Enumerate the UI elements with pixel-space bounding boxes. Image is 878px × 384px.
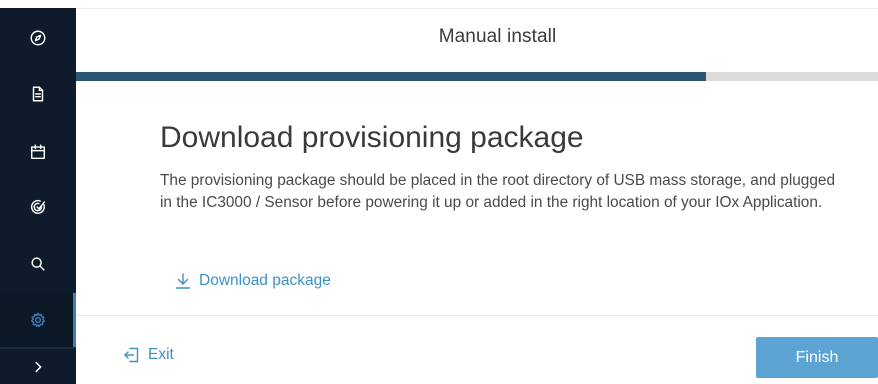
download-package-link[interactable]: Download package <box>175 272 331 290</box>
exit-button[interactable]: Exit <box>123 346 174 364</box>
sidebar-divider <box>0 347 76 349</box>
download-package-label: Download package <box>199 272 331 289</box>
sidebar-item-targets[interactable] <box>0 180 76 234</box>
wizard-progress-fill <box>76 72 706 81</box>
footer-divider <box>76 315 878 316</box>
page-title: Manual install <box>438 26 557 47</box>
sidebar-expand-button[interactable] <box>0 350 76 384</box>
sidebar-item-documents[interactable] <box>0 67 76 121</box>
step-title: Download provisioning package <box>160 121 584 154</box>
sidebar-item-settings[interactable] <box>0 293 76 347</box>
sidebar-item-dashboard[interactable] <box>0 11 76 65</box>
search-icon <box>31 257 45 271</box>
download-icon <box>175 273 191 289</box>
document-icon <box>32 86 44 102</box>
chevron-right-icon <box>35 361 42 373</box>
step-description: The provisioning package should be place… <box>160 172 836 211</box>
sidebar-item-calendar[interactable] <box>0 125 76 179</box>
finish-button[interactable]: Finish <box>756 337 878 378</box>
compass-icon <box>30 30 46 46</box>
sidebar-item-search[interactable] <box>0 237 76 291</box>
app-window: Manual install Download provisioning pac… <box>0 0 878 384</box>
gear-icon <box>30 312 46 328</box>
top-border <box>76 8 878 9</box>
main-panel: Manual install Download provisioning pac… <box>76 0 878 384</box>
sidebar-top-gap <box>0 0 76 8</box>
wizard-progress-bar <box>76 72 878 81</box>
calendar-icon <box>30 144 46 160</box>
sidebar-nav <box>0 0 76 384</box>
target-check-icon <box>30 199 46 214</box>
exit-icon <box>124 347 139 363</box>
exit-label: Exit <box>148 346 174 363</box>
